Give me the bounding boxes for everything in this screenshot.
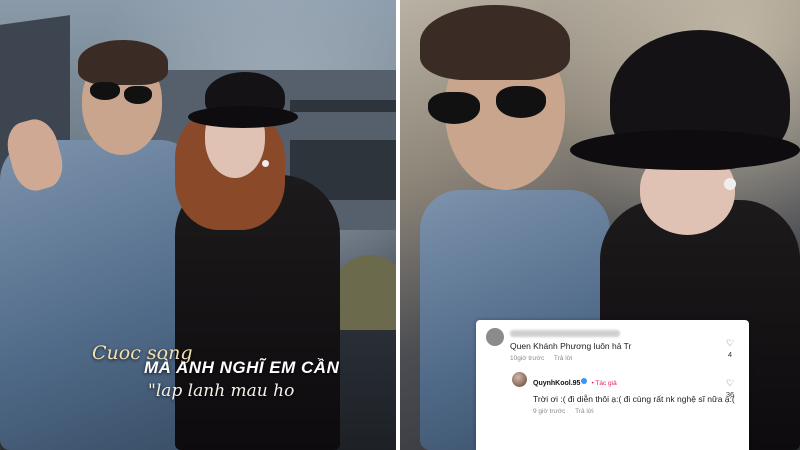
heart-icon[interactable]: ♡ — [723, 378, 737, 388]
comment-meta: 10giờ trước Trả lời — [510, 355, 739, 362]
hat-brim — [570, 130, 800, 170]
reply-item: QuynhKool.95 • Tác giả Trời ơi :( đi diễn… — [512, 372, 739, 415]
left-photo-panel: Cuoc song MÀ ANH NGHĨ EM CẦN "lap lanh m… — [0, 0, 396, 450]
blurred-username — [510, 330, 620, 337]
sunglasses — [124, 86, 152, 104]
comment-text: Quen Khánh Phương luôn hả Tr — [510, 341, 632, 351]
reply-time: 9 giờ trước — [533, 408, 566, 415]
author-avatar[interactable] — [512, 372, 527, 387]
earring — [262, 160, 269, 167]
reply-link[interactable]: Trả lời — [554, 355, 572, 362]
building-window — [290, 100, 396, 112]
man-hair — [78, 40, 168, 85]
commenter-avatar[interactable] — [486, 328, 504, 346]
verified-badge-icon — [581, 377, 588, 384]
reply-meta: 9 giờ trước Trả lời — [533, 408, 739, 415]
lyric-line-1: MÀ ANH NGHĨ EM CẦN — [144, 358, 340, 377]
sunglasses — [496, 86, 546, 118]
comment-item: Quen Khánh Phương luôn hả Tr 10giờ trước… — [486, 328, 739, 362]
man-hair — [420, 5, 570, 80]
author-badge: • Tác giả — [591, 380, 617, 387]
sunglasses — [90, 82, 120, 100]
like-button[interactable]: ♡ 36 — [723, 378, 737, 399]
hat-brim — [188, 106, 298, 128]
like-count: 36 — [725, 390, 735, 399]
comment-time: 10giờ trước — [510, 355, 545, 362]
like-count: 4 — [727, 350, 733, 359]
comment-overlay: Quen Khánh Phương luôn hả Tr 10giờ trước… — [476, 320, 749, 450]
reply-text: Trời ơi :( đi diễn thôi ạ:( đi cùng rất … — [533, 394, 735, 404]
heart-icon[interactable]: ♡ — [723, 338, 737, 348]
reply-link[interactable]: Trả lời — [575, 408, 593, 415]
earring — [724, 178, 736, 190]
author-username[interactable]: QuynhKool.95 — [533, 380, 580, 387]
sunglasses — [428, 92, 480, 124]
like-button[interactable]: ♡ 4 — [723, 338, 737, 359]
lyric-line-2: "lap lanh mau ho — [148, 381, 295, 401]
